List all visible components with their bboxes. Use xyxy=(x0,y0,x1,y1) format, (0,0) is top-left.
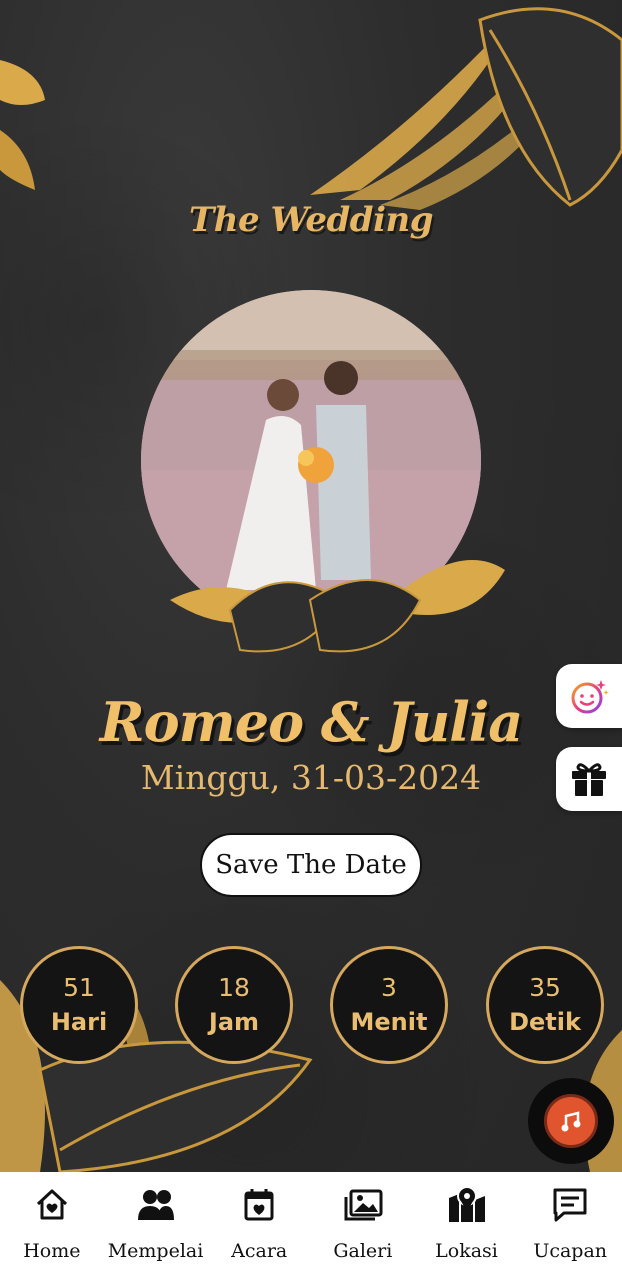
top-right-leaf-decoration xyxy=(310,7,622,210)
nav-label: Mempelai xyxy=(107,1240,204,1262)
countdown-hours: 18 Jam xyxy=(175,946,293,1064)
face-filter-button[interactable] xyxy=(556,664,622,728)
gallery-icon xyxy=(344,1189,383,1221)
countdown-value: 51 xyxy=(63,973,95,1002)
nav-label: Home xyxy=(23,1240,81,1262)
wedding-title: The Wedding xyxy=(189,200,434,240)
nav-label: Galeri xyxy=(333,1240,393,1262)
nav-item-lokasi[interactable]: Lokasi xyxy=(415,1172,519,1280)
nav-item-mempelai[interactable]: Mempelai xyxy=(104,1172,208,1280)
countdown-unit: Jam xyxy=(208,1008,260,1036)
music-disc-icon xyxy=(544,1094,598,1148)
countdown-unit: Hari xyxy=(50,1008,108,1036)
top-left-leaf-decoration xyxy=(0,60,45,190)
countdown-value: 3 xyxy=(381,973,397,1002)
gift-button[interactable] xyxy=(556,747,622,811)
face-sparkle-icon xyxy=(571,680,609,714)
nav-item-acara[interactable]: Acara xyxy=(207,1172,311,1280)
home-heart-icon xyxy=(36,1189,67,1220)
nav-label: Acara xyxy=(231,1240,288,1262)
bottom-navigation: Home Mempelai Acara Galeri Lokasi Ucapan xyxy=(0,1172,622,1280)
map-pin-icon xyxy=(448,1186,485,1222)
gift-icon xyxy=(572,763,606,796)
wedding-date: Minggu, 31-03-2024 xyxy=(140,758,482,797)
nav-item-ucapan[interactable]: Ucapan xyxy=(518,1172,622,1280)
countdown-value: 35 xyxy=(529,973,561,1002)
nav-item-home[interactable]: Home xyxy=(0,1172,104,1280)
calendar-heart-icon xyxy=(244,1189,274,1221)
photo-leaf-decoration xyxy=(170,560,505,653)
message-icon xyxy=(553,1188,587,1222)
people-icon xyxy=(137,1190,174,1220)
nav-label: Ucapan xyxy=(533,1240,608,1262)
nav-label: Lokasi xyxy=(435,1240,498,1262)
countdown-seconds: 35 Detik xyxy=(486,946,604,1064)
countdown-unit: Menit xyxy=(350,1008,428,1036)
couple-names: Romeo & Julia xyxy=(99,690,524,754)
countdown-minutes: 3 Menit xyxy=(330,946,448,1064)
countdown-unit: Detik xyxy=(509,1008,581,1036)
countdown-days: 51 Hari xyxy=(20,946,138,1064)
save-the-date-button[interactable]: Save The Date xyxy=(200,833,422,897)
music-toggle-button[interactable] xyxy=(528,1078,614,1164)
nav-item-galeri[interactable]: Galeri xyxy=(311,1172,415,1280)
countdown-value: 18 xyxy=(218,973,250,1002)
wedding-invitation-screen: The Wedding Romeo & Julia Minggu, 31-03-… xyxy=(0,0,622,1280)
